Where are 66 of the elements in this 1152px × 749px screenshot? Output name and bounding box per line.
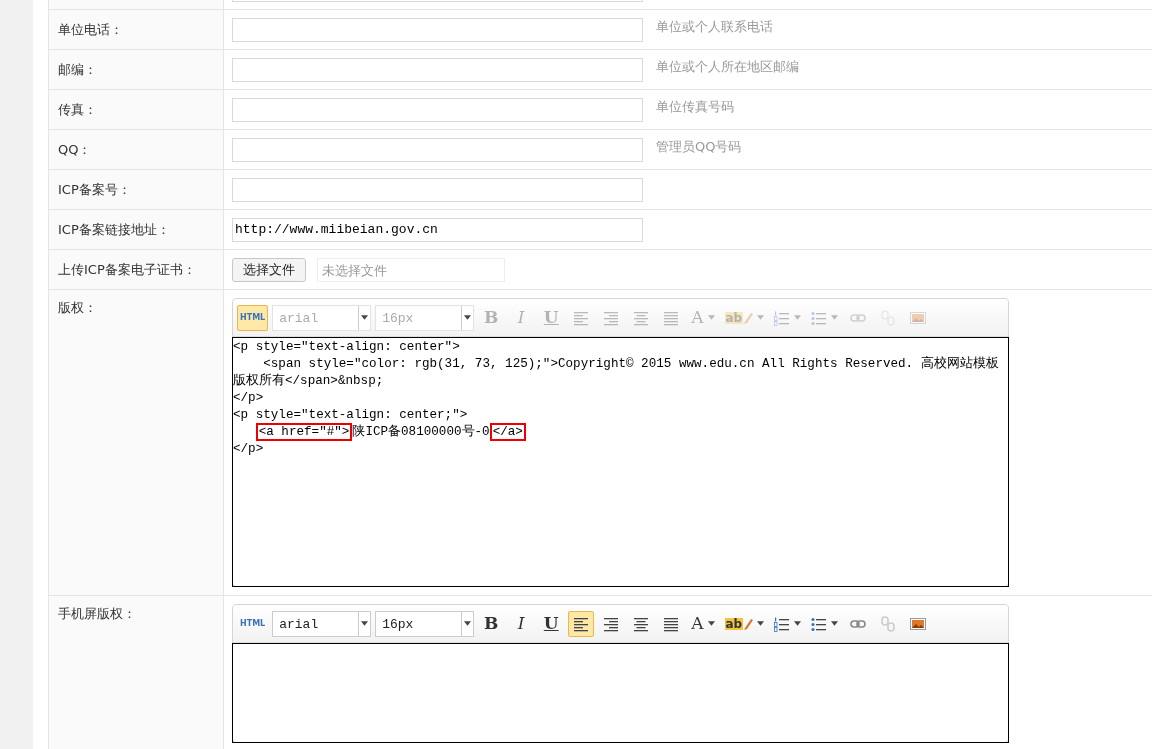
caret-icon bbox=[707, 315, 715, 320]
field-label: 单位电话： bbox=[58, 20, 123, 39]
input-field[interactable] bbox=[232, 137, 643, 162]
field-hint: 单位或个人所在地区邮编 bbox=[656, 57, 799, 76]
caret-icon bbox=[831, 315, 839, 320]
align-left-icon bbox=[573, 615, 590, 632]
caret-icon bbox=[361, 315, 369, 320]
caret-icon bbox=[464, 315, 472, 320]
unlink-icon bbox=[880, 615, 897, 632]
file-status: 未选择文件 bbox=[317, 257, 505, 282]
underline-button[interactable]: U bbox=[538, 610, 565, 637]
justify-icon bbox=[663, 615, 680, 632]
justify-icon bbox=[663, 309, 680, 326]
image-icon bbox=[910, 615, 927, 632]
field-label: ICP备案链接地址： bbox=[58, 220, 170, 239]
code-editor-area[interactable] bbox=[232, 643, 1009, 743]
input-field[interactable]: http://www.miibeian.gov.cn bbox=[232, 217, 643, 242]
image-icon bbox=[910, 309, 927, 326]
code-text: </p> bbox=[233, 391, 264, 405]
code-text: 陕ICP备08100000号-0 bbox=[352, 425, 490, 439]
code-text: <p style="text-align: center;"> bbox=[233, 408, 468, 422]
highlight-button[interactable]: ab bbox=[721, 610, 768, 637]
caret-icon bbox=[794, 315, 802, 320]
font-select[interactable]: arial bbox=[272, 610, 372, 637]
caret-icon bbox=[464, 621, 472, 626]
input-field[interactable] bbox=[232, 57, 643, 82]
field-hint: 单位传真号码 bbox=[656, 97, 734, 116]
numbered-list-icon bbox=[774, 309, 791, 326]
field-label: 传真： bbox=[58, 100, 97, 119]
input-field[interactable] bbox=[232, 97, 643, 122]
align-center-icon bbox=[633, 309, 650, 326]
field-label: 手机屏版权： bbox=[58, 605, 136, 623]
code-text: <p style="text-align: center"> bbox=[233, 340, 460, 354]
field-label: 版权： bbox=[58, 299, 97, 317]
field-label: ICP备案号： bbox=[58, 180, 131, 199]
input-field[interactable] bbox=[232, 17, 643, 42]
align-left-button[interactable] bbox=[568, 610, 595, 637]
caret-icon bbox=[361, 621, 369, 626]
code-text: </p> bbox=[233, 442, 264, 456]
field-label: 上传ICP备案电子证书： bbox=[58, 260, 196, 279]
choose-file-button[interactable]: 选择文件 bbox=[232, 257, 306, 282]
field-hint: 管理员QQ号码 bbox=[656, 137, 742, 156]
field-label: QQ： bbox=[58, 140, 92, 159]
italic-button[interactable]: I bbox=[508, 610, 535, 637]
font-color-button[interactable]: A bbox=[688, 610, 718, 637]
bullet-list-icon bbox=[811, 309, 828, 326]
code-text: <span style="color: rgb(31, 73, 125);">Copyright© 2015 www.edu.cn All Rights Reserved. 高校网站模板版权所有</span>&nbsp; bbox=[233, 357, 999, 388]
bullet-list-icon bbox=[811, 615, 828, 632]
field-label: 邮编： bbox=[58, 60, 97, 79]
highlighted-code: <a href="#"> bbox=[255, 423, 353, 441]
align-right-icon bbox=[603, 309, 620, 326]
html-source-button[interactable]: HTML bbox=[237, 610, 269, 637]
highlighted-code: </a> bbox=[489, 423, 526, 441]
size-select[interactable]: 16px bbox=[375, 610, 475, 637]
input-field[interactable] bbox=[232, 177, 643, 202]
caret-icon bbox=[757, 315, 765, 320]
align-center-icon bbox=[633, 615, 650, 632]
bold-button[interactable]: B bbox=[478, 610, 505, 637]
caret-icon bbox=[757, 621, 765, 626]
numbered-list-icon bbox=[774, 615, 791, 632]
align-right-icon bbox=[603, 615, 620, 632]
align-left-icon bbox=[573, 309, 590, 326]
caret-icon bbox=[794, 621, 802, 626]
caret-icon bbox=[707, 621, 715, 626]
caret-icon bbox=[831, 621, 839, 626]
field-hint: 单位或个人联系电话 bbox=[656, 17, 773, 36]
